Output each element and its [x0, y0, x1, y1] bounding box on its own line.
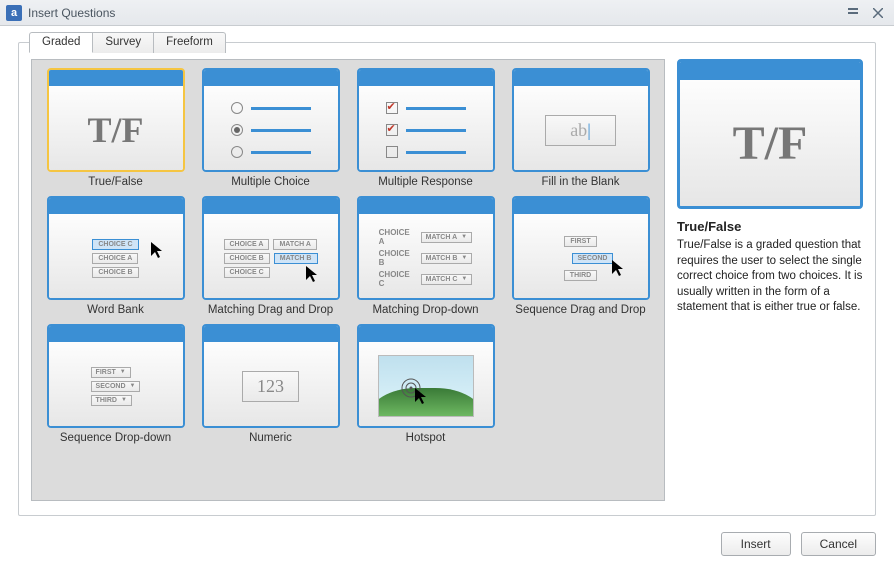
matching-dnd-icon: CHOICE AMATCH A CHOICE BMATCH B CHOICE C: [224, 236, 318, 281]
question-hotspot[interactable]: Hotspot: [350, 324, 501, 448]
question-true-false[interactable]: T/F True/False: [40, 68, 191, 192]
app-icon: a: [6, 5, 22, 21]
question-label: Fill in the Blank: [542, 176, 620, 188]
question-label: Sequence Drag and Drop: [515, 304, 645, 316]
tab-freeform[interactable]: Freeform: [153, 32, 226, 53]
question-sequence-dropdown[interactable]: FIRST SECOND THIRD Sequence Drop-down: [40, 324, 191, 448]
checkbox-list-icon: [386, 102, 466, 158]
cursor-icon: [306, 266, 320, 284]
question-label: Matching Drop-down: [372, 304, 478, 316]
thumb-fill-blank: ab|: [512, 68, 650, 172]
sequence-dd-icon: FIRST SECOND THIRD: [91, 364, 141, 409]
radio-list-icon: [231, 102, 311, 158]
thumb-sequence-dd: FIRST SECOND THIRD: [47, 324, 185, 428]
thumb-word-bank: CHOICE C CHOICE A CHOICE B: [47, 196, 185, 300]
tab-strip: Graded Survey Freeform: [29, 32, 226, 53]
detail-title: True/False: [677, 219, 863, 234]
thumb-true-false: T/F: [47, 68, 185, 172]
cursor-icon: [415, 388, 429, 406]
detail-pane: T/F True/False True/False is a graded qu…: [677, 59, 863, 509]
question-matching-drag-drop[interactable]: CHOICE AMATCH A CHOICE BMATCH B CHOICE C…: [195, 196, 346, 320]
detail-preview: T/F: [677, 59, 863, 209]
window-title: Insert Questions: [28, 6, 840, 20]
question-fill-in-the-blank[interactable]: ab| Fill in the Blank: [505, 68, 656, 192]
question-label: Matching Drag and Drop: [208, 304, 333, 316]
blank-icon: ab|: [545, 115, 616, 146]
question-matching-dropdown[interactable]: CHOICE AMATCH A CHOICE BMATCH B CHOICE C…: [350, 196, 501, 320]
question-label: Sequence Drop-down: [60, 432, 171, 444]
close-icon[interactable]: [868, 5, 888, 21]
thumb-sequence-dnd: FIRST SECOND THIRD: [512, 196, 650, 300]
tf-icon: T/F: [733, 116, 808, 171]
cancel-button[interactable]: Cancel: [801, 532, 876, 556]
question-label: Word Bank: [87, 304, 144, 316]
content-area: Graded Survey Freeform T/F True/False: [0, 26, 894, 520]
question-multiple-response[interactable]: Multiple Response: [350, 68, 501, 192]
dialog-footer: Insert Cancel: [0, 520, 894, 568]
word-bank-icon: CHOICE C CHOICE A CHOICE B: [92, 236, 138, 281]
cursor-icon: [151, 242, 165, 260]
hotspot-icon: [378, 355, 474, 417]
tf-icon: T/F: [87, 109, 143, 151]
matching-dd-icon: CHOICE AMATCH A CHOICE BMATCH B CHOICE C…: [379, 225, 473, 291]
detail-description: True/False is a graded question that req…: [677, 238, 863, 316]
question-label: Multiple Response: [378, 176, 473, 188]
titlebar: a Insert Questions: [0, 0, 894, 26]
question-sequence-drag-drop[interactable]: FIRST SECOND THIRD Sequence Drag and Dro…: [505, 196, 656, 320]
question-multiple-choice[interactable]: Multiple Choice: [195, 68, 346, 192]
minimize-icon[interactable]: [844, 5, 864, 21]
sequence-dnd-icon: FIRST SECOND THIRD: [548, 233, 614, 284]
thumb-multiple-response: [357, 68, 495, 172]
tab-panel: Graded Survey Freeform T/F True/False: [18, 42, 876, 516]
thumb-matching-dd: CHOICE AMATCH A CHOICE BMATCH B CHOICE C…: [357, 196, 495, 300]
question-numeric[interactable]: 123 Numeric: [195, 324, 346, 448]
question-label: Hotspot: [406, 432, 446, 444]
app-icon-letter: a: [11, 7, 17, 19]
thumb-hotspot: [357, 324, 495, 428]
thumb-numeric: 123: [202, 324, 340, 428]
question-label: Multiple Choice: [231, 176, 310, 188]
thumb-multiple-choice: [202, 68, 340, 172]
tab-survey[interactable]: Survey: [92, 32, 154, 53]
question-label: Numeric: [249, 432, 292, 444]
numeric-icon: 123: [242, 371, 299, 402]
tab-graded[interactable]: Graded: [29, 32, 93, 53]
cursor-icon: [612, 260, 626, 278]
question-label: True/False: [88, 176, 143, 188]
question-grid: T/F True/False: [31, 59, 665, 501]
insert-button[interactable]: Insert: [721, 532, 791, 556]
thumb-matching-dnd: CHOICE AMATCH A CHOICE BMATCH B CHOICE C: [202, 196, 340, 300]
question-word-bank[interactable]: CHOICE C CHOICE A CHOICE B Word Bank: [40, 196, 191, 320]
